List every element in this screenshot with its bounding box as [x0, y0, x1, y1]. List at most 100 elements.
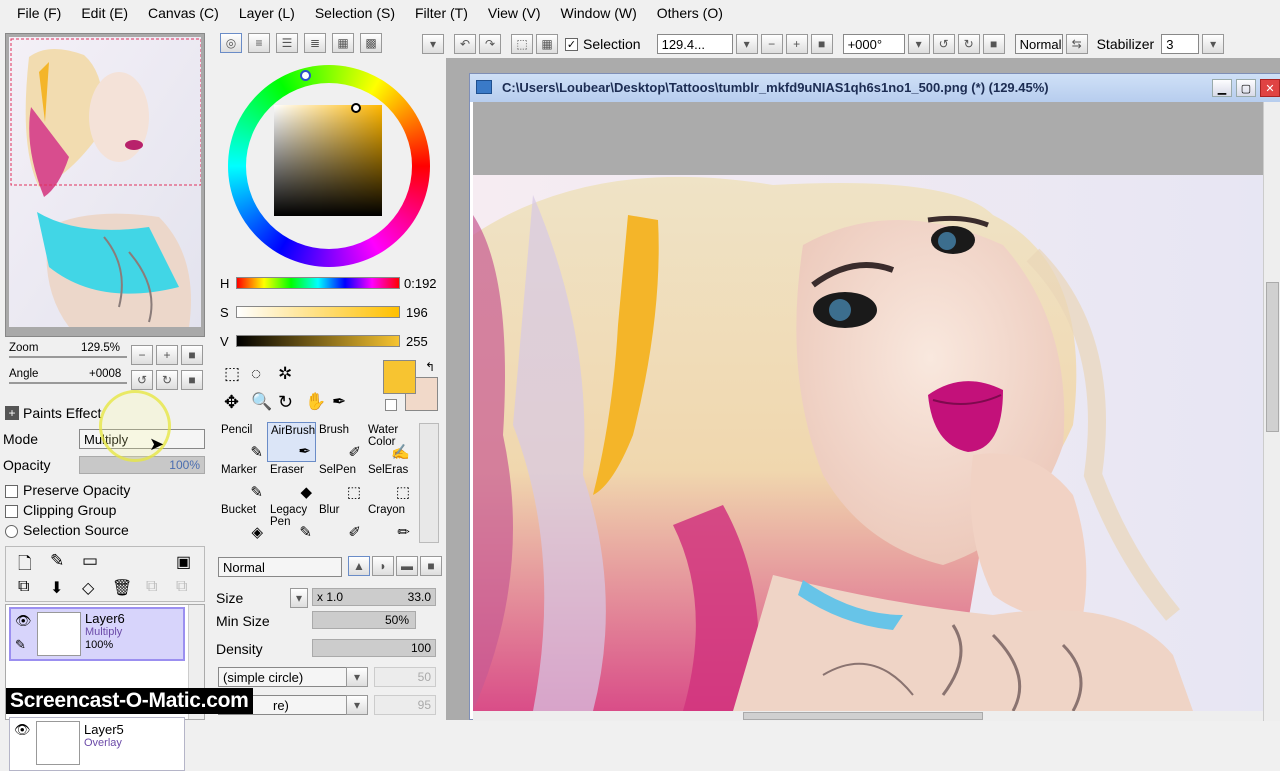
canvas-vertical-scrollbar[interactable] — [1263, 102, 1280, 721]
maximize-icon[interactable]: ▢ — [1236, 79, 1256, 97]
layer-panel-menu-icon[interactable]: ▣ — [176, 552, 191, 572]
tool-crayon[interactable]: Crayon ✏ — [365, 502, 414, 542]
nav-rotate-reset-icon[interactable]: ■ — [181, 370, 203, 390]
menu-view[interactable]: View (V) — [481, 5, 548, 21]
deselect-icon[interactable]: ⬚ — [511, 34, 533, 54]
merge-down-icon[interactable]: ⧉ — [176, 578, 187, 596]
sv-square[interactable] — [274, 105, 382, 216]
clipping-group-option[interactable]: Clipping Group — [5, 502, 116, 518]
tool-selpen[interactable]: SelPen ⬚ — [316, 462, 365, 502]
new-linework-layer-icon[interactable]: ✎ — [50, 551, 64, 571]
stabilizer-field[interactable]: 3 — [1161, 34, 1200, 54]
invert-selection-icon[interactable]: ▦ — [536, 34, 558, 54]
menu-selection[interactable]: Selection (S) — [308, 5, 402, 21]
checkmark-icon[interactable]: ✓ — [565, 37, 578, 51]
rotate-icon[interactable]: ↻ — [278, 392, 293, 413]
tool-grid-scrollbar[interactable] — [419, 423, 439, 543]
stabilizer-dropdown-icon[interactable]: ▾ — [1202, 34, 1225, 54]
menu-canvas[interactable]: Canvas (C) — [141, 5, 226, 21]
density-slider[interactable]: 100 — [312, 639, 436, 657]
tool-bucket[interactable]: Bucket ◈ — [218, 502, 267, 542]
tool-airbrush[interactable]: AirBrush ✒ — [267, 422, 316, 462]
nav-zoom-reset-icon[interactable]: ■ — [181, 345, 203, 365]
brush-shape-select[interactable]: (simple circle) — [218, 667, 350, 687]
transparent-color-icon[interactable] — [385, 399, 397, 411]
pointed-tip-icon[interactable]: ▲ — [348, 556, 370, 576]
zoom-icon[interactable]: 🔍 — [251, 392, 272, 412]
tool-seleras[interactable]: SelEras ⬚ — [365, 462, 414, 502]
tool-blur[interactable]: Blur ✐ — [316, 502, 365, 542]
tool-eraser[interactable]: Eraser ◆ — [267, 462, 316, 502]
brush-shape-strength[interactable]: 50 — [374, 667, 436, 687]
menu-layer[interactable]: Layer (L) — [232, 5, 302, 21]
zoom-in-icon[interactable]: + — [785, 34, 808, 54]
brush-texture-strength[interactable]: 95 — [374, 695, 436, 715]
menu-others[interactable]: Others (O) — [650, 5, 730, 21]
primary-color-swatch[interactable] — [383, 360, 416, 394]
radio-icon[interactable] — [5, 524, 18, 538]
eye-icon[interactable]: 👁 — [14, 722, 31, 738]
blend-mode-field[interactable]: Normal — [1014, 34, 1063, 54]
angle-field[interactable]: +000° — [842, 34, 905, 54]
square-tip-icon[interactable]: ■ — [420, 556, 442, 576]
magic-wand-icon[interactable]: ✲ — [278, 364, 292, 384]
redo-icon[interactable]: ↷ — [479, 34, 501, 54]
rotate-right-icon[interactable]: ↻ — [957, 34, 980, 54]
menu-edit[interactable]: Edit (E) — [74, 5, 135, 21]
flip-icon[interactable]: ⇆ — [1065, 34, 1088, 54]
tool-marker[interactable]: Marker ✎ — [218, 462, 267, 502]
selection-toggle[interactable]: ✓ Selection — [565, 36, 641, 52]
round-tip-icon[interactable]: ◗ — [372, 556, 394, 576]
delete-layer-icon[interactable]: 🗑 — [112, 578, 132, 598]
selection-source-option[interactable]: Selection Source — [5, 522, 129, 538]
angle-dropdown-icon[interactable]: ▾ — [907, 34, 930, 54]
size-slider[interactable]: x 1.0 33.0 — [312, 588, 436, 606]
swap-colors-icon[interactable]: ↰ — [425, 360, 435, 374]
horizontal-scroll-thumb[interactable] — [743, 712, 983, 720]
minimize-icon[interactable]: ▁ — [1212, 79, 1232, 97]
lasso-icon[interactable]: ◌ — [251, 364, 261, 384]
menu-window[interactable]: Window (W) — [554, 5, 644, 21]
transfer-down-icon[interactable]: ⧉ — [146, 578, 157, 596]
expand-icon[interactable]: + — [5, 406, 19, 420]
rect-select-icon[interactable]: ⬚ — [224, 364, 240, 384]
clear-layer-icon[interactable]: ◇ — [82, 578, 94, 598]
canvas-image[interactable] — [473, 175, 1263, 711]
value-slider[interactable] — [236, 335, 400, 347]
tool-pencil[interactable]: Pencil ✎ — [218, 422, 267, 462]
merge-layer-icon[interactable]: ⬇ — [50, 578, 63, 598]
hsv-sliders-tab-icon[interactable]: ☰ — [276, 33, 298, 53]
tool-water-color[interactable]: Water Color ✍ — [365, 422, 414, 462]
hue-picker-handle[interactable] — [300, 70, 311, 81]
flat-tip-icon[interactable]: ▬ — [396, 556, 418, 576]
nav-rotate-right-icon[interactable]: ↻ — [156, 370, 178, 390]
eye-icon[interactable]: 👁 — [15, 613, 32, 629]
nav-zoom-in-icon[interactable]: + — [156, 345, 178, 365]
new-layer-icon[interactable]: 🗋 — [18, 551, 32, 580]
brush-texture-dropdown-icon[interactable]: ▾ — [346, 695, 368, 715]
undo-icon[interactable]: ↶ — [454, 34, 476, 54]
copy-layer-icon[interactable]: ⧉ — [18, 578, 29, 596]
saturation-slider[interactable] — [236, 306, 400, 318]
zoom-slider[interactable] — [9, 356, 127, 358]
layer-row[interactable]: 👁 ✎ Layer6 Multiply 100% — [9, 607, 185, 661]
rgb-sliders-tab-icon[interactable]: ≡ — [248, 33, 270, 53]
navigator-preview[interactable] — [9, 37, 201, 327]
sv-picker-handle[interactable] — [351, 103, 361, 113]
close-icon[interactable]: ✕ — [1260, 79, 1280, 97]
new-folder-icon[interactable]: ▭ — [82, 551, 98, 571]
nav-rotate-left-icon[interactable]: ↺ — [131, 370, 153, 390]
brush-shape-dropdown-icon[interactable]: ▾ — [346, 667, 368, 687]
preserve-opacity-option[interactable]: Preserve Opacity — [5, 482, 130, 498]
zoom-dropdown-icon[interactable]: ▾ — [735, 34, 758, 54]
hand-icon[interactable]: ✋ — [305, 392, 326, 412]
checkbox-icon[interactable] — [5, 504, 18, 518]
zoom-reset-icon[interactable]: ■ — [810, 34, 833, 54]
min-size-slider[interactable]: 50% — [312, 611, 416, 629]
vertical-scroll-thumb[interactable] — [1266, 282, 1279, 432]
eyedropper-icon[interactable]: ✒ — [332, 392, 346, 412]
tool-brush[interactable]: Brush ✐ — [316, 422, 365, 462]
layer-row[interactable]: 👁 Layer5 Overlay — [9, 717, 185, 771]
color-wheel-tab-icon[interactable]: ◎ — [220, 33, 242, 53]
menu-file[interactable]: File (F) — [10, 5, 68, 21]
